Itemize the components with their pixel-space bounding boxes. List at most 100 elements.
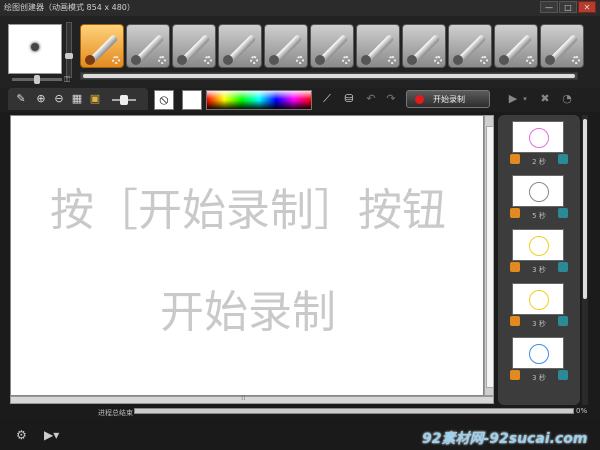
tool-brush-2[interactable] <box>540 24 584 68</box>
brush-preview <box>8 24 62 74</box>
brush-size-slider[interactable] <box>65 22 73 78</box>
brush-dot-icon <box>31 43 39 51</box>
canvas-horizontal-scrollbar[interactable]: ⁞⁞ <box>10 394 494 404</box>
tool-pencil[interactable] <box>310 24 354 68</box>
tool-tip-icon <box>407 55 417 65</box>
frame-scroll-thumb[interactable] <box>583 119 587 299</box>
gear-icon[interactable] <box>388 56 396 64</box>
frame-drawing <box>529 182 549 202</box>
stopwatch-icon[interactable]: ◔ <box>560 92 574 106</box>
tool-tip-icon <box>269 55 279 65</box>
zoom-out-icon[interactable]: ⊖ <box>52 92 66 106</box>
tool-stamp[interactable] <box>448 24 492 68</box>
opacity-slider[interactable] <box>12 75 62 84</box>
zoom-slider-knob[interactable] <box>120 95 128 105</box>
frame-thumbnail[interactable] <box>512 337 564 369</box>
bucket-icon[interactable]: ⛁ <box>342 92 356 106</box>
settings-icon[interactable]: ⚙ <box>16 428 38 442</box>
no-color-icon[interactable]: ⦸ <box>154 90 174 110</box>
tool-tip-icon <box>223 55 233 65</box>
frame-item[interactable]: 3 秒 <box>508 337 570 389</box>
gear-icon[interactable] <box>296 56 304 64</box>
gear-icon[interactable] <box>112 56 120 64</box>
tool-paint-tube[interactable] <box>356 24 400 68</box>
zoom-in-icon[interactable]: ⊕ <box>34 92 48 106</box>
tool-list <box>80 24 584 68</box>
delete-frame-icon[interactable]: ✖ <box>538 92 552 106</box>
tool-airbrush[interactable] <box>126 24 170 68</box>
title-bar: 绘图创建器（动画模式 854 x 480） — □ ✕ <box>0 0 600 17</box>
zoom-slider[interactable] <box>112 95 136 105</box>
frame-duration: 3 秒 <box>532 374 546 382</box>
tool-tip-icon <box>545 55 555 65</box>
redo-icon[interactable]: ↷ <box>384 92 398 106</box>
frame-item[interactable]: 2 秒 <box>508 121 570 173</box>
tool-tip-icon <box>361 55 371 65</box>
frame-thumbnail[interactable] <box>512 121 564 153</box>
tool-tip-icon <box>131 55 141 65</box>
start-recording-button[interactable]: 开始录制 <box>406 90 490 108</box>
lock-icon[interactable]: ⚿ <box>64 76 72 84</box>
gear-icon[interactable] <box>480 56 488 64</box>
tool-eraser[interactable] <box>264 24 308 68</box>
tool-tip-icon <box>85 55 95 65</box>
frame-item[interactable]: 3 秒 <box>508 283 570 335</box>
gear-icon[interactable] <box>572 56 580 64</box>
frame-scrollbar[interactable] <box>582 115 588 405</box>
frame-drawing <box>529 290 549 310</box>
maximize-button[interactable]: □ <box>559 1 577 13</box>
edit-icon[interactable]: ✎ <box>14 92 28 106</box>
tool-tip-icon <box>499 55 509 65</box>
fit-icon[interactable]: ▦ <box>70 92 84 106</box>
frame-drawing <box>529 128 549 148</box>
frame-thumbnail[interactable] <box>512 283 564 315</box>
undo-icon[interactable]: ↶ <box>364 92 378 106</box>
scroll-grip-icon[interactable]: ⁞⁞ <box>241 394 245 402</box>
tool-tip-icon <box>453 55 463 65</box>
canvas-vscroll-thumb[interactable] <box>486 126 494 388</box>
size-slider-knob[interactable] <box>65 53 73 59</box>
play-dropdown-icon[interactable]: ▾ <box>518 92 532 106</box>
gear-icon[interactable] <box>526 56 534 64</box>
tool-crayon[interactable] <box>172 24 216 68</box>
frame-thumbnail[interactable] <box>512 175 564 207</box>
progress-percent: 0% <box>576 407 588 415</box>
canvas-vertical-scrollbar[interactable] <box>484 115 494 396</box>
tool-scroll-thumb[interactable] <box>83 74 575 78</box>
minimize-button[interactable]: — <box>540 1 558 13</box>
frame-item[interactable]: 3 秒 <box>508 229 570 281</box>
tool-tip-icon <box>177 55 187 65</box>
record-icon <box>415 95 424 104</box>
gear-icon[interactable] <box>204 56 212 64</box>
layer-icon[interactable]: ▣ <box>88 92 102 106</box>
color-palette[interactable] <box>206 90 312 110</box>
frame-thumbnail[interactable] <box>512 229 564 261</box>
frame-panel: 2 秒 5 秒 3 秒 3 秒 3 秒 <box>498 115 580 405</box>
frame-drawing <box>529 236 549 256</box>
close-button[interactable]: ✕ <box>578 1 596 13</box>
camera-icon[interactable]: ▶▾ <box>44 428 66 442</box>
gear-icon[interactable] <box>342 56 350 64</box>
tool-pen[interactable] <box>402 24 446 68</box>
frame-duration: 5 秒 <box>532 212 546 220</box>
frame-duration: 2 秒 <box>532 158 546 166</box>
tool-scrollbar[interactable] <box>80 72 578 80</box>
canvas-hint-line1: 按［开始录制］按钮 <box>50 185 446 236</box>
tool-brush[interactable] <box>80 24 124 68</box>
watermark: 92素材网-92sucai.com <box>422 431 588 447</box>
tool-marker[interactable] <box>218 24 262 68</box>
window-title: 绘图创建器（动画模式 854 x 480） <box>4 3 135 12</box>
current-color-swatch[interactable] <box>182 90 202 110</box>
gear-icon[interactable] <box>434 56 442 64</box>
tool-tip-icon <box>315 55 325 65</box>
gear-icon[interactable] <box>250 56 258 64</box>
drawing-canvas[interactable]: 按［开始录制］按钮 开始录制 <box>10 115 484 396</box>
opacity-slider-knob[interactable] <box>34 75 40 84</box>
progress-bar <box>134 408 574 414</box>
eyedropper-icon[interactable]: ⟋ <box>320 92 334 106</box>
status-label: 进程总结束 <box>98 409 133 417</box>
gear-icon[interactable] <box>158 56 166 64</box>
tool-fountain-pen[interactable] <box>494 24 538 68</box>
frame-item[interactable]: 5 秒 <box>508 175 570 227</box>
frame-duration: 3 秒 <box>532 266 546 274</box>
